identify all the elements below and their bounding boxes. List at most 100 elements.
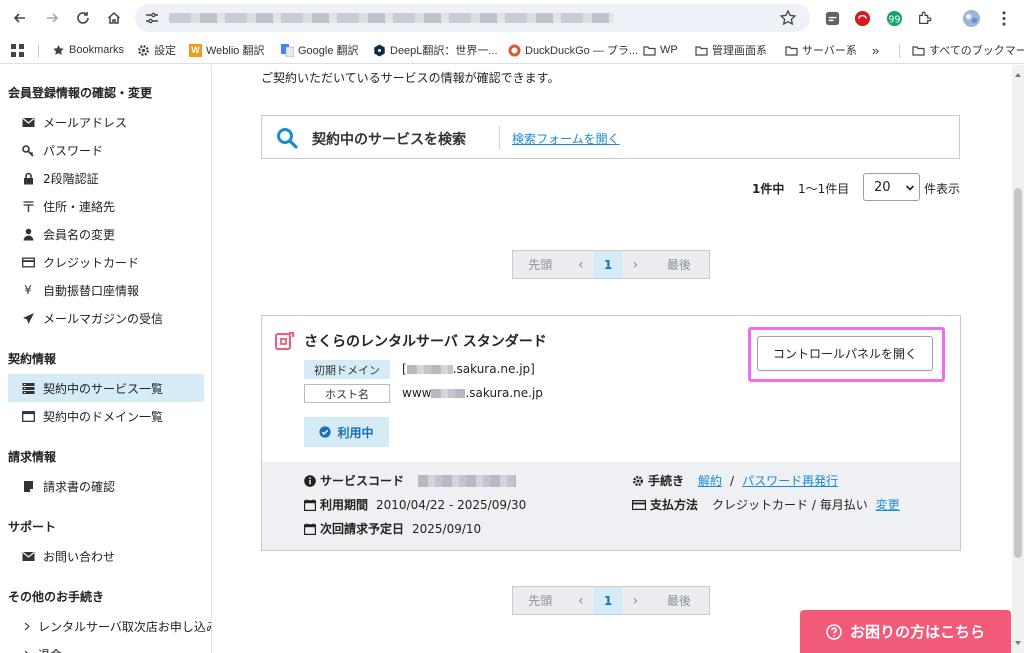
- sidebar-item-newsletter[interactable]: メールマガジンの受信: [8, 304, 204, 332]
- bookmark-duckduckgo[interactable]: DuckDuckGo — プラ...: [508, 42, 638, 58]
- result-total: 1件中: [752, 182, 785, 196]
- pagination-top: 先頭 ‹ 1 › 最後: [512, 250, 710, 279]
- reload-icon[interactable]: [72, 7, 94, 29]
- envelope-icon: [20, 549, 36, 563]
- main-content: ご契約いただいているサービスの情報が確認できます。 契約中のサービスを検索 検索…: [212, 65, 1012, 653]
- sidebar-item-label: パスワード: [43, 143, 104, 158]
- bookmark-settings[interactable]: 設定: [137, 42, 176, 58]
- address-bar[interactable]: [135, 4, 810, 32]
- bookmark-weblio[interactable]: W Weblio 翻訳: [189, 42, 264, 58]
- sidebar: 会員登録情報の確認・変更 メールアドレス パスワード 2段階認証 住所・連絡先 …: [0, 65, 212, 653]
- profile-avatar-icon[interactable]: [961, 8, 981, 28]
- service-name: さくらのレンタルサーバ スタンダード: [304, 334, 547, 350]
- sidebar-item-label: レンタルサーバ取次店お申し込み: [38, 619, 212, 634]
- sidebar-item-label: 会員名の変更: [43, 227, 116, 242]
- bookmark-all-bookmarks[interactable]: すべてのブックマーク: [912, 42, 1024, 58]
- pager-prev-button[interactable]: ‹: [567, 587, 594, 614]
- per-page-select[interactable]: 20: [863, 173, 920, 201]
- chevron-right-icon: [22, 647, 32, 653]
- procedures-row: 手続き 解約 / パスワード再発行: [632, 472, 838, 489]
- scrollbar-thumb[interactable]: [1014, 188, 1022, 558]
- change-payment-link[interactable]: 変更: [876, 496, 900, 513]
- sidebar-item-bank-transfer[interactable]: ¥ 自動振替口座情報: [8, 276, 204, 304]
- status-badge: 利用中: [304, 417, 389, 447]
- sidebar-item-email[interactable]: メールアドレス: [8, 108, 204, 136]
- bookmark-separator: [38, 44, 39, 58]
- sidebar-item-withdraw[interactable]: 退会: [8, 640, 204, 653]
- open-search-form-link[interactable]: 検索フォームを開く: [512, 130, 620, 147]
- sidebar-item-member-name[interactable]: 会員名の変更: [8, 220, 204, 248]
- sidebar-item-reseller[interactable]: レンタルサーバ取次店お申し込み: [8, 612, 211, 640]
- apps-grid-icon[interactable]: [11, 42, 24, 58]
- password-reissue-link[interactable]: パスワード再発行: [742, 472, 838, 489]
- initial-domain-value: [ .sakura.ne.jp]: [402, 362, 535, 376]
- extensions-puzzle-icon[interactable]: [915, 8, 935, 28]
- menu-kebab-icon[interactable]: [994, 8, 1014, 28]
- bookmark-folder-admin[interactable]: 管理画面系: [695, 42, 767, 58]
- star-icon: [52, 44, 65, 57]
- extension-chat-icon[interactable]: [822, 8, 842, 28]
- host-name-value: www .sakura.ne.jp: [402, 386, 543, 400]
- redacted-text: [418, 474, 517, 487]
- yen-icon: ¥: [24, 283, 32, 297]
- site-settings-icon[interactable]: [145, 11, 159, 25]
- key-icon: [20, 143, 36, 157]
- folder-icon: [695, 44, 708, 57]
- chevron-right-icon: [22, 619, 32, 633]
- bookmark-deepl[interactable]: DeepL翻訳：世界一...: [373, 42, 498, 58]
- sidebar-item-2fa[interactable]: 2段階認証: [8, 164, 204, 192]
- sidebar-item-invoice[interactable]: 請求書の確認: [8, 472, 204, 500]
- sidebar-item-label: クレジットカード: [43, 255, 140, 270]
- sidebar-item-address[interactable]: 住所・連絡先: [8, 192, 204, 220]
- pager-next-button[interactable]: ›: [622, 587, 649, 614]
- paper-plane-icon: [20, 311, 36, 325]
- lock-icon: [20, 171, 36, 185]
- cancel-contract-link[interactable]: 解約: [698, 472, 722, 489]
- deepl-icon: [373, 44, 386, 57]
- sidebar-item-credit-card[interactable]: クレジットカード: [8, 248, 204, 276]
- sidebar-item-contact[interactable]: お問い合わせ: [8, 542, 204, 570]
- sidebar-item-domain-list[interactable]: 契約中のドメイン一覧: [8, 402, 204, 430]
- sidebar-item-password[interactable]: パスワード: [8, 136, 204, 164]
- back-arrow-icon[interactable]: [9, 7, 31, 29]
- help-button[interactable]: お困りの方はこちら: [800, 610, 1011, 653]
- duckduckgo-icon: [508, 44, 521, 57]
- pager-first-button[interactable]: 先頭: [513, 251, 567, 278]
- google-translate-icon: [281, 43, 294, 57]
- check-circle-icon: [319, 426, 332, 438]
- open-control-panel-button[interactable]: コントロールパネルを開く: [757, 336, 933, 371]
- extension-quote-icon[interactable]: 99: [884, 8, 904, 28]
- calendar-icon: [304, 499, 316, 511]
- folder-icon: [912, 44, 925, 57]
- page-scrollbar[interactable]: [1012, 65, 1024, 653]
- pager-prev-button[interactable]: ‹: [567, 251, 594, 278]
- user-icon: [20, 227, 36, 241]
- pager-current-page[interactable]: 1: [594, 251, 622, 278]
- bookmark-folder-server[interactable]: サーバー系: [785, 42, 857, 58]
- calendar-icon: [304, 523, 316, 535]
- pager-first-button[interactable]: 先頭: [513, 587, 567, 614]
- bookmarks-more-button[interactable]: »: [872, 42, 879, 58]
- pager-current-page[interactable]: 1: [594, 587, 622, 614]
- sidebar-item-service-list[interactable]: 契約中のサービス一覧: [8, 374, 204, 402]
- scroll-down-arrow-icon[interactable]: [1015, 641, 1021, 645]
- server-list-icon: [20, 381, 36, 395]
- forward-arrow-icon[interactable]: [41, 7, 63, 29]
- search-divider: [499, 126, 500, 150]
- invoice-icon: [20, 479, 36, 493]
- bookmark-google-translate[interactable]: Google 翻訳: [281, 42, 359, 58]
- url-text-blurred: [169, 13, 614, 23]
- sidebar-heading-other: その他のお手続き: [8, 590, 105, 604]
- pager-last-button[interactable]: 最後: [649, 251, 709, 278]
- scroll-up-arrow-icon[interactable]: [1015, 73, 1021, 77]
- pager-next-button[interactable]: ›: [622, 251, 649, 278]
- pager-last-button[interactable]: 最後: [649, 587, 709, 614]
- home-icon[interactable]: [103, 7, 125, 29]
- sidebar-item-label: メールアドレス: [43, 115, 128, 130]
- service-details: サービスコード 利用期間 2010/04/22 - 2025/09/30 次回請…: [262, 462, 960, 550]
- search-panel-title: 契約中のサービスを検索: [312, 132, 466, 148]
- bookmark-folder-wp[interactable]: WP: [643, 42, 678, 58]
- bookmark-bookmarks[interactable]: Bookmarks: [52, 42, 124, 58]
- extension-trend-icon[interactable]: [852, 8, 872, 28]
- bookmark-star-icon[interactable]: [779, 9, 797, 27]
